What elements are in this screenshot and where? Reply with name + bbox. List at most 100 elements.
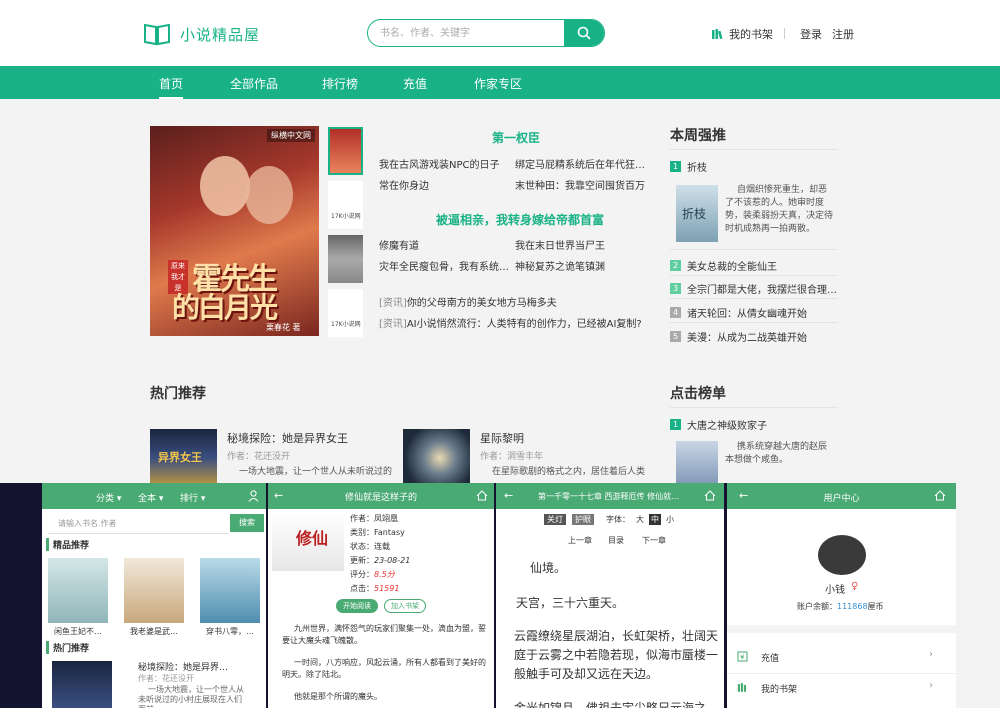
font-mid-button[interactable]: 中 xyxy=(649,514,661,525)
eye-care-toggle[interactable]: 护眼 xyxy=(572,514,594,525)
featured-heading[interactable]: 第一权臣 xyxy=(492,129,540,146)
menu-my-shelf[interactable]: 我的书架 › xyxy=(727,673,956,699)
toc-button[interactable]: 目录 xyxy=(608,535,624,546)
clicks-rank-item[interactable]: 1 大唐之神级败家子 xyxy=(670,417,767,432)
nav-author-zone[interactable]: 作家专区 xyxy=(474,75,522,92)
featured-thumb[interactable] xyxy=(328,127,363,175)
mobile-detail-score: 评分：8.5分 xyxy=(350,569,395,580)
search-input[interactable] xyxy=(368,20,566,46)
rank-number: 1 xyxy=(670,161,681,172)
cover-title-line2: 的白月光 xyxy=(172,291,278,324)
mobile-detail-para: 一时间，八方响应，风起云涌，所有人都看到了美好的明天。除了陆北。 xyxy=(282,658,486,679)
featured-link[interactable]: 末世种田：我靠空间囤货百万 xyxy=(515,177,647,192)
hot-book-cover[interactable]: 异界女王 xyxy=(150,429,217,487)
prev-chapter-button[interactable]: 上一章 xyxy=(568,535,592,546)
next-chapter-button[interactable]: 下一章 xyxy=(642,535,666,546)
hot-book-title[interactable]: 秘境探险：她是异界女王 xyxy=(227,430,348,446)
featured-link[interactable]: 绑定马屁精系统后在年代狂… xyxy=(515,156,647,171)
back-arrow-icon[interactable]: ← xyxy=(504,489,513,502)
start-reading-button[interactable]: 开始阅读 xyxy=(336,599,378,613)
mobile-menu-rank[interactable]: 排行 ▾ xyxy=(180,491,205,504)
mobile-book-title[interactable]: 穿书八零，… xyxy=(206,626,254,637)
news-item[interactable]: [资讯]你的父母南方的美女地方马梅多夫 xyxy=(379,294,557,309)
featured-thumb[interactable]: 17K小说网 xyxy=(328,181,363,229)
divider xyxy=(670,275,838,276)
font-big-button[interactable]: 大 xyxy=(636,514,644,525)
mobile-menu-category[interactable]: 分类 ▾ xyxy=(96,491,121,504)
divider xyxy=(727,625,956,633)
home-icon[interactable] xyxy=(476,490,488,501)
balance-unit: 屋币 xyxy=(867,602,884,611)
news-item[interactable]: [资讯]AI小说悄然流行：人类特有的创作力，已经被AI复制? xyxy=(379,315,642,330)
register-link[interactable]: 注册 xyxy=(832,26,854,42)
nav-recharge[interactable]: 充值 xyxy=(403,75,427,92)
featured-link[interactable]: 神秘复苏之诡笔镇渊 xyxy=(515,258,647,273)
featured-link[interactable]: 我在末日世界当尸王 xyxy=(515,237,647,252)
cover-art xyxy=(245,166,293,224)
mobile-detail-category: 类别：Fantasy xyxy=(350,528,405,537)
mobile-hot-desc: 一场大地震，让一个世人从未听说过的小村庄展现在人们面前 xyxy=(138,685,244,708)
nav-all-works[interactable]: 全部作品 xyxy=(230,75,278,92)
featured-heading[interactable]: 被逼相亲，我转身嫁给帝都首富 xyxy=(436,211,604,228)
mobile-hot-cover[interactable] xyxy=(52,661,112,708)
light-off-toggle[interactable]: 关灯 xyxy=(544,514,566,525)
weekly-top-cover[interactable]: 折枝 xyxy=(676,185,718,242)
nav-rankings[interactable]: 排行榜 xyxy=(322,75,358,92)
mobile-hot-title[interactable]: 秘境探险：她是异界… xyxy=(138,660,228,673)
home-icon[interactable] xyxy=(934,490,946,501)
mobile-book-cover[interactable] xyxy=(200,558,260,623)
font-small-button[interactable]: 小 xyxy=(666,514,674,525)
hot-book-author[interactable]: 作者：花还没开 xyxy=(227,449,290,462)
hot-book-cover[interactable] xyxy=(403,429,470,487)
rank-number: 5 xyxy=(670,331,681,342)
menu-recharge-label: 充值 xyxy=(761,654,780,664)
featured-link[interactable]: 修魔有道 xyxy=(379,237,509,252)
home-icon[interactable] xyxy=(704,490,716,501)
hot-book-title[interactable]: 星际黎明 xyxy=(480,430,524,446)
weekly-rank-item[interactable]: 2 美女总裁的全能仙王 xyxy=(670,258,777,273)
weekly-rank-item[interactable]: 5 美漫：从成为二战英雄开始 xyxy=(670,329,807,344)
clicks-top-desc: 携系统穿越大唐的赵辰本想做个咸鱼。 xyxy=(725,442,828,465)
mobile-detail-author: 作者：凤翊凰 xyxy=(350,514,398,523)
gender-icon: ♀ xyxy=(851,581,859,592)
add-to-shelf-button[interactable]: 加入书架 xyxy=(384,599,426,613)
search-button[interactable] xyxy=(564,20,604,46)
site-logo[interactable]: 小说精品屋 xyxy=(143,20,260,48)
featured-link[interactable]: 常在你身边 xyxy=(379,177,509,192)
hot-book-desc: 在星际歌剧的格式之内，居住着后人类 xyxy=(492,467,646,477)
weekly-rank-item[interactable]: 4 诸天轮回：从倩女幽魂开始 xyxy=(670,305,807,320)
featured-link[interactable]: 我在古风游戏装NPC的日子 xyxy=(379,156,509,171)
menu-recharge[interactable]: ¥ 充值 › xyxy=(727,643,956,669)
featured-thumb[interactable] xyxy=(328,235,363,283)
news-tag: [资讯] xyxy=(379,319,407,330)
mobile-section-title: 精品推荐 xyxy=(46,538,89,551)
menu-my-shelf-label: 我的书架 xyxy=(761,685,798,695)
login-link[interactable]: 登录 xyxy=(800,26,822,42)
thumb-brand: 17K小说网 xyxy=(331,213,361,220)
mobile-detail-update: 更新：23-08-21 xyxy=(350,555,410,566)
hot-book-author[interactable]: 作者：洞雪丰年 xyxy=(480,449,543,462)
mobile-search-button[interactable]: 搜索 xyxy=(230,514,264,532)
mobile-search-input[interactable]: 请输入书名.作者 xyxy=(48,514,228,534)
nav-home[interactable]: 首页 xyxy=(159,75,184,99)
featured-cover[interactable]: 纵横中文网 原来我才是 霍先生 的白月光 栗春花 著 xyxy=(150,126,319,336)
user-icon[interactable] xyxy=(248,490,259,502)
thumb-brand: 17K小说网 xyxy=(331,321,361,328)
update-value: 23-08-21 xyxy=(374,556,411,565)
my-shelf-link[interactable]: 我的书架 xyxy=(711,26,773,42)
mobile-book-cover[interactable] xyxy=(48,558,108,623)
mobile-book-title[interactable]: 我老婆是武… xyxy=(130,626,178,637)
weekly-rank-item[interactable]: 1 折枝 xyxy=(670,159,707,174)
mobile-menu-complete[interactable]: 全本 ▾ xyxy=(138,491,163,504)
mobile-reader-preview: ← 第一千零一十七章 西游释厄传 修仙就… 关灯 护眼 字体： 大 中 小 上一… xyxy=(496,483,724,708)
mobile-book-title[interactable]: 闲鱼王妃不… xyxy=(54,626,102,637)
featured-link[interactable]: 灾年全民瘦包骨，我有系统… xyxy=(379,258,509,273)
avatar[interactable] xyxy=(818,535,866,575)
rank-number: 3 xyxy=(670,283,681,294)
featured-thumb[interactable]: 17K小说网 xyxy=(328,289,363,337)
weekly-rank-item[interactable]: 3 全宗门都是大佬，我摆烂很合理… xyxy=(670,281,837,296)
news-text: AI小说悄然流行：人类特有的创作力，已经被AI复制? xyxy=(406,319,642,330)
svg-text:¥: ¥ xyxy=(740,654,745,662)
mobile-book-cover[interactable] xyxy=(124,558,184,623)
main-nav: 首页 全部作品 排行榜 充值 作家专区 xyxy=(0,66,1000,99)
